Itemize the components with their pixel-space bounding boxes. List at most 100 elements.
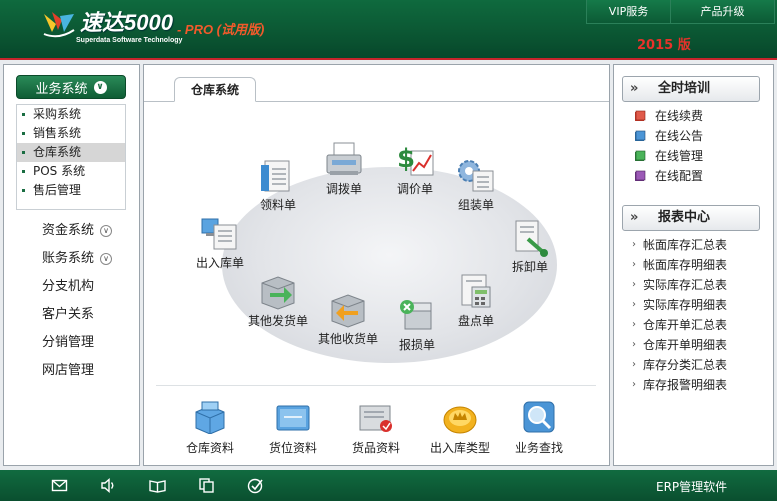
disassembly-button[interactable]: 拆卸单: [490, 219, 570, 275]
mail-icon[interactable]: [51, 477, 68, 494]
training-item-renew[interactable]: 在线续费: [634, 107, 703, 125]
book-red-icon: [635, 110, 646, 121]
version-label: 2015 版: [637, 38, 691, 53]
computer-document-icon: [201, 218, 237, 250]
training-item-label: 在线管理: [655, 149, 704, 163]
report-item-label: 实际库存明细表: [643, 298, 728, 312]
stocktake-button[interactable]: 盘点单: [436, 273, 516, 329]
training-title: 全时培训: [658, 81, 711, 96]
chevron-right-icon: ›: [632, 359, 636, 370]
business-submenu: 采购系统 销售系统 仓库系统 POS 系统 售后管理: [16, 104, 126, 210]
price-chart-icon: $: [397, 144, 434, 176]
nav-funds-system[interactable]: 资金系统 ∨: [42, 221, 113, 241]
check-circle-icon[interactable]: [247, 477, 264, 494]
location-card-icon: [276, 405, 310, 431]
warehouse-info-button[interactable]: 仓库资料: [172, 400, 248, 456]
report-item-label: 仓库开单明细表: [643, 338, 728, 352]
in-out-button[interactable]: 出入库单: [180, 215, 260, 271]
double-chevron-icon: »: [630, 81, 639, 96]
book-purple-icon: [635, 170, 646, 181]
report-item[interactable]: › 仓库开单明细表: [632, 336, 727, 354]
io-type-button[interactable]: 出入库类型: [422, 400, 498, 456]
nav-online-store[interactable]: 网店管理: [42, 361, 94, 381]
nav-warehouse[interactable]: 仓库系统: [17, 143, 125, 162]
nav-crm[interactable]: 客户关系: [42, 305, 94, 325]
chevron-right-icon: ›: [632, 319, 636, 330]
report-item-label: 帐面库存明细表: [643, 258, 728, 272]
report-item[interactable]: › 库存报警明细表: [632, 376, 727, 394]
nav-pos[interactable]: POS 系统: [17, 162, 125, 181]
chevron-right-icon: ›: [632, 259, 636, 270]
chevron-right-icon: ›: [632, 239, 636, 250]
left-nav-panel: 业务系统 ∨ 采购系统 销售系统 仓库系统 POS 系统 售后管理 资金系统 ∨…: [3, 64, 140, 466]
loss-label: 报损单: [398, 338, 435, 352]
nav-accounts-label: 账务系统: [42, 251, 95, 266]
nav-branch[interactable]: 分支机构: [42, 277, 94, 297]
box-out-icon: [261, 276, 295, 310]
crown-coin-icon: [443, 406, 477, 434]
tab-warehouse-system[interactable]: 仓库系统: [174, 77, 256, 102]
copy-icon[interactable]: [198, 477, 215, 494]
nav-business-label: 业务系统: [35, 81, 88, 97]
other-issue-label: 其他发货单: [247, 314, 308, 328]
app-header: 速达5000 - PRO (试用版) Superdata Software Te…: [0, 0, 777, 60]
logo-edition: - PRO (试用版): [176, 22, 265, 37]
box-in-icon: [331, 294, 365, 328]
logo-mark-icon: [43, 12, 75, 38]
reports-title: 报表中心: [658, 210, 711, 225]
book-blue-icon: [635, 130, 646, 141]
nav-distribution[interactable]: 分销管理: [42, 333, 94, 353]
transfer-button[interactable]: 调拨单: [304, 141, 384, 197]
chevron-right-icon: ›: [632, 339, 636, 350]
wrench-document-icon: [515, 220, 548, 257]
assembly-button[interactable]: 组装单: [436, 157, 516, 213]
goods-card-icon: [359, 405, 392, 432]
chevron-right-icon: ›: [632, 279, 636, 290]
nav-after-sales[interactable]: 售后管理: [17, 181, 125, 200]
training-header: » 全时培训: [622, 76, 760, 102]
top-nav: VIP服务 产品升级: [586, 0, 775, 24]
report-item-label: 实际库存汇总表: [643, 278, 728, 292]
in-out-label: 出入库单: [195, 256, 244, 270]
nav-sales[interactable]: 销售系统: [17, 124, 125, 143]
chevron-down-icon: ∨: [93, 80, 107, 94]
chevron-down-icon: ∨: [100, 225, 113, 237]
vip-service-button[interactable]: VIP服务: [587, 0, 671, 24]
footer-brand: ERP管理软件: [656, 480, 728, 494]
other-receipt-label: 其他收货单: [317, 332, 378, 346]
location-info-button[interactable]: 货位资料: [255, 400, 331, 456]
product-upgrade-button[interactable]: 产品升级: [671, 0, 775, 24]
nav-purchase[interactable]: 采购系统: [17, 105, 125, 124]
training-item-notice[interactable]: 在线公告: [634, 127, 703, 145]
transfer-label: 调拨单: [325, 182, 362, 196]
speaker-icon[interactable]: [100, 477, 117, 494]
open-book-icon[interactable]: [149, 477, 166, 494]
report-item-label: 帐面库存汇总表: [643, 238, 728, 252]
loss-box-icon: [400, 300, 432, 330]
training-item-config[interactable]: 在线配置: [634, 167, 703, 185]
goods-info-button[interactable]: 货品资料: [338, 400, 414, 456]
location-info-label: 货位资料: [268, 441, 317, 455]
svg-text:$: $: [397, 144, 415, 174]
report-item[interactable]: › 帐面库存明细表: [632, 256, 727, 274]
nav-accounts-system[interactable]: 账务系统 ∨: [42, 249, 113, 269]
training-item-manage[interactable]: 在线管理: [634, 147, 703, 165]
report-item[interactable]: › 帐面库存汇总表: [632, 236, 727, 254]
report-item-label: 库存分类汇总表: [643, 358, 728, 372]
biz-search-label: 业务查找: [514, 441, 563, 455]
other-receipt-button[interactable]: 其他收货单: [308, 291, 388, 347]
report-item[interactable]: › 实际库存明细表: [632, 296, 727, 314]
report-item[interactable]: › 仓库开单汇总表: [632, 316, 727, 334]
calculator-document-icon: [461, 274, 491, 308]
io-type-label: 出入库类型: [429, 441, 490, 455]
gear-icon: [458, 160, 494, 192]
biz-search-button[interactable]: 业务查找: [501, 400, 577, 456]
nav-business-system[interactable]: 业务系统 ∨: [16, 75, 126, 99]
tools-divider: [156, 385, 596, 386]
book-green-icon: [635, 150, 646, 161]
logo-subtitle: Superdata Software Technology: [76, 37, 183, 44]
report-item[interactable]: › 库存分类汇总表: [632, 356, 727, 374]
report-item[interactable]: › 实际库存汇总表: [632, 276, 727, 294]
search-icon: [523, 401, 555, 433]
other-issue-button[interactable]: 其他发货单: [238, 273, 318, 329]
